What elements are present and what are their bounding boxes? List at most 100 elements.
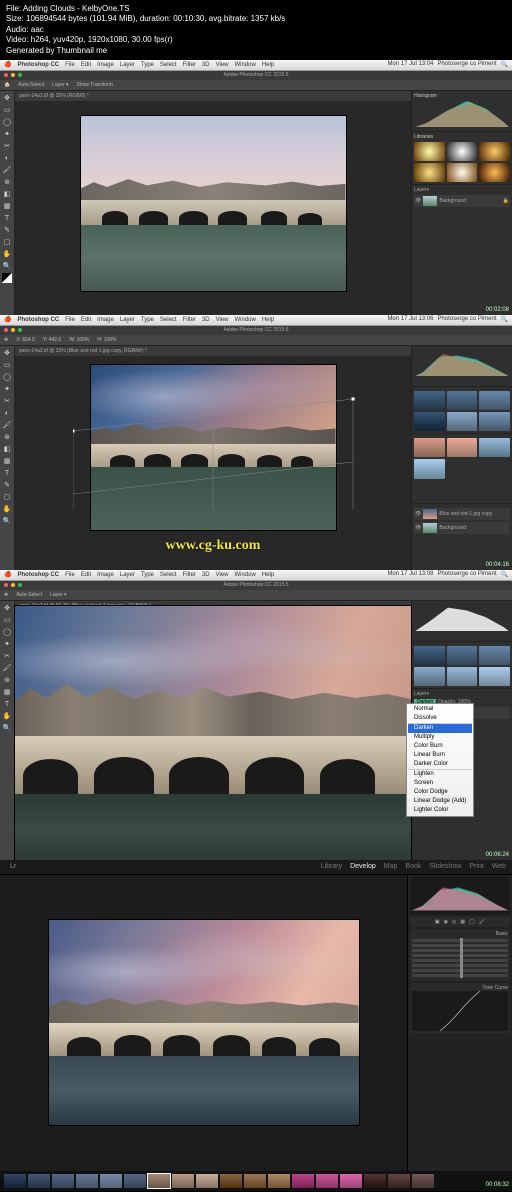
- filmstrip-thumb[interactable]: [100, 1174, 122, 1188]
- menu-view[interactable]: View: [216, 572, 229, 578]
- library-thumb[interactable]: [447, 646, 478, 665]
- library-thumb[interactable]: [414, 459, 445, 478]
- menu-type[interactable]: Type: [141, 572, 154, 578]
- blend-option[interactable]: Color Dodge: [408, 788, 472, 797]
- lr-histogram-panel[interactable]: [410, 877, 510, 915]
- options-bar[interactable]: 🏠Auto-SelectLayer ▾Show Transform: [0, 80, 512, 91]
- blend-option[interactable]: Dissolve: [408, 714, 472, 723]
- tools-panel[interactable]: ✥▭◯✦✂🖌⊛▦T✋🔍: [0, 601, 15, 862]
- move-tool-icon[interactable]: ✥: [2, 603, 13, 614]
- library-thumb[interactable]: [414, 667, 445, 686]
- filmstrip-thumb[interactable]: [76, 1174, 98, 1188]
- options-bar[interactable]: ✥X: 654.0Y: 442.0W: 100%H: 100%: [0, 335, 512, 346]
- wand-tool-icon[interactable]: ✦: [2, 384, 13, 395]
- library-thumb[interactable]: [479, 391, 510, 410]
- wand-tool-icon[interactable]: ✦: [2, 639, 13, 650]
- menu-select[interactable]: Select: [160, 62, 177, 68]
- tone-curve-graph[interactable]: [412, 991, 508, 1031]
- temp-slider[interactable]: [412, 939, 508, 942]
- search-icon[interactable]: 🔍: [501, 61, 508, 68]
- blend-option[interactable]: Multiply: [408, 733, 472, 742]
- app-name[interactable]: Photoshop CC: [17, 62, 59, 68]
- menu-help[interactable]: Help: [262, 317, 274, 323]
- gradient-tool-icon[interactable]: ▦: [2, 456, 13, 467]
- libraries-panel[interactable]: [412, 642, 512, 689]
- menu-filter[interactable]: Filter: [183, 62, 196, 68]
- zoom-tool-icon[interactable]: 🔍: [2, 516, 13, 527]
- libraries-panel[interactable]: [412, 387, 512, 434]
- pen-tool-icon[interactable]: ✎: [2, 480, 13, 491]
- app-name[interactable]: Photoshop CC: [17, 317, 59, 323]
- menu-file[interactable]: File: [65, 317, 75, 323]
- filmstrip-thumb[interactable]: [52, 1174, 74, 1188]
- spot-icon[interactable]: ◉: [444, 919, 448, 925]
- marquee-tool-icon[interactable]: ▭: [2, 105, 13, 116]
- menu-edit[interactable]: Edit: [81, 62, 91, 68]
- swatch-icon[interactable]: [2, 273, 12, 283]
- layer-thumbnail[interactable]: [423, 509, 437, 519]
- move-tool-icon[interactable]: ✥: [2, 348, 13, 359]
- filmstrip-thumb[interactable]: [4, 1174, 26, 1188]
- menu-filter[interactable]: Filter: [183, 317, 196, 323]
- filmstrip-thumb[interactable]: [148, 1174, 170, 1188]
- library-thumb[interactable]: [447, 667, 478, 686]
- apple-icon[interactable]: 🍎: [4, 61, 11, 68]
- menu-3d[interactable]: 3D: [202, 317, 210, 323]
- filmstrip-thumb[interactable]: [412, 1174, 434, 1188]
- close-icon[interactable]: [4, 583, 8, 587]
- image-canvas[interactable]: [15, 606, 411, 867]
- image-canvas[interactable]: [49, 920, 359, 1125]
- hand-tool-icon[interactable]: ✋: [2, 249, 13, 260]
- library-thumb[interactable]: [447, 412, 478, 431]
- filmstrip-thumb[interactable]: [196, 1174, 218, 1188]
- library-thumb[interactable]: [479, 163, 510, 182]
- library-thumb[interactable]: [414, 438, 445, 457]
- minimize-icon[interactable]: [11, 328, 15, 332]
- tools-panel[interactable]: ✥ ▭ ◯ ✦ ✂ ◐ 🖌 ⊛ ◧ ▦ T ✎ ▢ ✋ 🔍: [0, 91, 15, 317]
- stamp-tool-icon[interactable]: ⊛: [2, 177, 13, 188]
- filmstrip-thumb[interactable]: [316, 1174, 338, 1188]
- hand-tool-icon[interactable]: ✋: [2, 711, 13, 722]
- gradient-tool-icon[interactable]: ▦: [2, 687, 13, 698]
- options-bar[interactable]: ✥Auto-SelectLayer ▾: [0, 590, 512, 601]
- maximize-icon[interactable]: [18, 583, 22, 587]
- filmstrip-thumb[interactable]: [364, 1174, 386, 1188]
- library-thumb[interactable]: [414, 412, 445, 431]
- filmstrip-thumb[interactable]: [220, 1174, 242, 1188]
- menu-select[interactable]: Select: [160, 317, 177, 323]
- layers-panel[interactable]: Layers 👁 Background 🔒: [412, 185, 512, 317]
- apple-icon[interactable]: 🍎: [4, 571, 11, 578]
- contrast-slider[interactable]: [412, 954, 508, 957]
- menu-layer[interactable]: Layer: [120, 317, 135, 323]
- menu-window[interactable]: Window: [235, 62, 256, 68]
- brush-tool-icon[interactable]: 🖌: [2, 663, 13, 674]
- menu-view[interactable]: View: [216, 62, 229, 68]
- library-thumb[interactable]: [447, 163, 478, 182]
- home-icon[interactable]: 🏠: [4, 82, 10, 88]
- shape-tool-icon[interactable]: ▢: [2, 492, 13, 503]
- lr-canvas-area[interactable]: [0, 875, 407, 1171]
- menu-image[interactable]: Image: [97, 62, 114, 68]
- apple-icon[interactable]: 🍎: [4, 316, 11, 323]
- redeye-icon[interactable]: ◎: [452, 919, 456, 925]
- lr-toolstrip[interactable]: ▣◉◎▦◯🖌: [410, 917, 510, 927]
- library-thumb[interactable]: [479, 142, 510, 161]
- lr-filmstrip[interactable]: [0, 1171, 512, 1191]
- blacks-slider[interactable]: [412, 974, 508, 977]
- eyedropper-tool-icon[interactable]: ◐: [2, 153, 13, 164]
- library-thumb[interactable]: [414, 646, 445, 665]
- blend-option[interactable]: Normal: [408, 705, 472, 714]
- lock-icon[interactable]: 🔒: [503, 198, 509, 204]
- menu-file[interactable]: File: [65, 62, 75, 68]
- search-icon[interactable]: 🔍: [501, 571, 508, 578]
- image-canvas[interactable]: [91, 365, 336, 530]
- lr-tonecurve-panel[interactable]: Tone Curve: [410, 983, 510, 1033]
- radial-icon[interactable]: ◯: [469, 919, 475, 925]
- mac-menubar[interactable]: 🍎Photoshop CC FileEditImageLayerTypeSele…: [0, 570, 512, 581]
- eraser-tool-icon[interactable]: ◧: [2, 444, 13, 455]
- module-print[interactable]: Print: [469, 863, 483, 870]
- blend-option[interactable]: Lighter Color: [408, 806, 472, 815]
- eyedropper-tool-icon[interactable]: ◐: [2, 408, 13, 419]
- crop-icon[interactable]: ▣: [435, 919, 440, 925]
- filmstrip-thumb[interactable]: [340, 1174, 362, 1188]
